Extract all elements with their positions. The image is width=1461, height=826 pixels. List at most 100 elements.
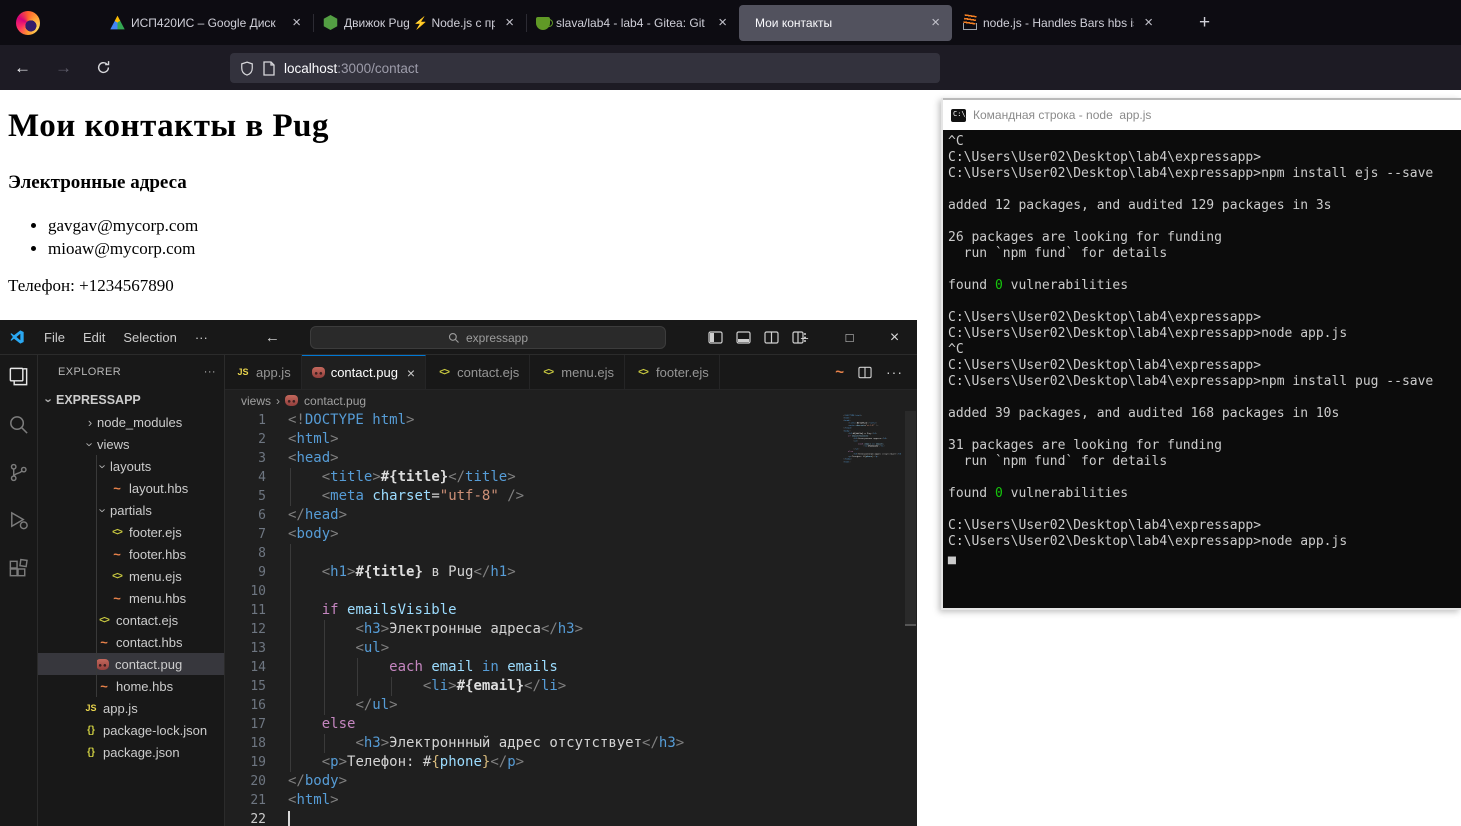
tree-item-app.js[interactable]: JSapp.js xyxy=(38,697,224,719)
tree-item-layouts[interactable]: ›layouts xyxy=(38,455,224,477)
code-line[interactable]: 12 <h3>Электронные адреса</h3> xyxy=(225,620,904,639)
tree-item-partials[interactable]: ›partials xyxy=(38,499,224,521)
breadcrumb[interactable]: views › contact.pug xyxy=(225,390,917,411)
tab-close-button[interactable]: × xyxy=(927,15,944,31)
code-line[interactable]: 11 if emailsVisible xyxy=(225,601,904,620)
tree-item-layout.hbs[interactable]: ~layout.hbs xyxy=(38,477,224,499)
tree-item-footer.ejs[interactable]: <>footer.ejs xyxy=(38,521,224,543)
back-button[interactable]: ← xyxy=(4,54,41,82)
code-line[interactable]: 20</body> xyxy=(225,772,904,791)
chevron-down-icon: › xyxy=(96,459,111,473)
code-line[interactable]: 18 <h3>Электроннный адрес отсутствует</h… xyxy=(225,734,904,753)
source-control-icon[interactable] xyxy=(7,461,30,484)
browser-tab[interactable]: node.js - Handles Bars hbs is no× xyxy=(952,5,1165,41)
terminal-title-bar[interactable]: C:\_ Командная строка - node app.js xyxy=(943,98,1461,130)
minimap[interactable]: <!DOCTYPE html><html><head> <title>#{tit… xyxy=(843,414,901,474)
code-line[interactable]: 10 xyxy=(225,582,904,601)
split-editor-icon[interactable] xyxy=(858,366,872,379)
tree-item-package.json[interactable]: {}package.json xyxy=(38,741,224,763)
extensions-icon[interactable] xyxy=(7,557,30,580)
tree-item-contact.hbs[interactable]: ~contact.hbs xyxy=(38,631,224,653)
page-info-icon[interactable] xyxy=(263,61,275,76)
tree-item-contact.ejs[interactable]: <>contact.ejs xyxy=(38,609,224,631)
toggle-panel-icon[interactable] xyxy=(736,331,751,344)
tree-root[interactable]: › EXPRESSAPP xyxy=(38,389,224,411)
editor-tab-contact.pug[interactable]: contact.pug× xyxy=(302,355,426,389)
terminal-line: C:\Users\User02\Desktop\lab4\expressapp>… xyxy=(948,326,1461,342)
code-line[interactable]: 2<html> xyxy=(225,430,904,449)
code-line[interactable]: 13 <ul> xyxy=(225,639,904,658)
new-tab-button[interactable]: + xyxy=(1191,10,1218,36)
url-bar[interactable]: localhost:3000/contact xyxy=(230,53,940,83)
more-actions-icon[interactable]: ··· xyxy=(886,364,903,380)
tab-close-button[interactable]: × xyxy=(288,15,305,31)
tab-close-button[interactable]: × xyxy=(1140,15,1157,31)
forward-button[interactable]: → xyxy=(45,54,82,82)
tab-close-button[interactable]: × xyxy=(501,15,518,31)
tree-item-menu.hbs[interactable]: ~menu.hbs xyxy=(38,587,224,609)
tree-item-home.hbs[interactable]: ~home.hbs xyxy=(38,675,224,697)
line-number: 14 xyxy=(225,658,266,677)
tree-item-package-lock.json[interactable]: {}package-lock.json xyxy=(38,719,224,741)
menu-more[interactable]: ··· xyxy=(186,330,217,345)
search-sidebar-icon[interactable] xyxy=(7,413,30,436)
menu-edit[interactable]: Edit xyxy=(74,330,114,345)
code-line[interactable]: 5 <meta charset="utf-8" /> xyxy=(225,487,904,506)
menu-file[interactable]: File xyxy=(35,330,74,345)
code-line[interactable]: 22 xyxy=(225,810,904,826)
tree-item-views[interactable]: ›views xyxy=(38,433,224,455)
browser-tab[interactable]: slava/lab4 - lab4 - Gitea: Git wit× xyxy=(526,5,739,41)
editor-scrollbar[interactable] xyxy=(904,411,917,826)
code-line[interactable]: 19 <p>Телефон: #{phone}</p> xyxy=(225,753,904,772)
terminal-window[interactable]: C:\_ Командная строка - node app.js ^CC:… xyxy=(941,98,1461,610)
editor-tab-app.js[interactable]: JSapp.js xyxy=(225,355,302,389)
firefox-icon[interactable] xyxy=(16,11,40,35)
explorer-icon[interactable] xyxy=(7,365,30,388)
tab-close-button[interactable]: × xyxy=(714,15,731,31)
run-debug-icon[interactable] xyxy=(7,509,30,532)
menu-selection[interactable]: Selection xyxy=(114,330,185,345)
command-center-search[interactable]: expressapp xyxy=(310,326,666,349)
code-line[interactable]: 21<html> xyxy=(225,791,904,810)
page-title: Мои контакты в Pug xyxy=(8,108,940,145)
minimize-button[interactable]: – xyxy=(782,320,827,355)
tree-item-footer.hbs[interactable]: ~footer.hbs xyxy=(38,543,224,565)
editor-back-button[interactable]: ← xyxy=(257,329,288,346)
shield-icon[interactable] xyxy=(240,61,254,76)
code-line[interactable]: 4 <title>#{title}</title> xyxy=(225,468,904,487)
code-line[interactable]: 9 <h1>#{title} в Pug</h1> xyxy=(225,563,904,582)
code-line[interactable]: 15 <li>#{email}</li> xyxy=(225,677,904,696)
tree-item-menu.ejs[interactable]: <>menu.ejs xyxy=(38,565,224,587)
tree-item-contact.pug[interactable]: contact.pug xyxy=(38,653,224,675)
reload-button[interactable] xyxy=(86,56,121,79)
browser-tab[interactable]: Мои контакты× xyxy=(739,5,952,41)
explorer-more-actions[interactable]: ··· xyxy=(204,366,216,378)
code-line[interactable]: 8 xyxy=(225,544,904,563)
terminal-line: 31 packages are looking for funding xyxy=(948,438,1461,454)
toggle-sidebar-icon[interactable] xyxy=(708,331,723,344)
tree-item-node_modules[interactable]: ›node_modules xyxy=(38,411,224,433)
hbs-preview-icon[interactable]: ~ xyxy=(835,364,844,381)
code-line[interactable]: 6</head> xyxy=(225,506,904,525)
code-line[interactable]: 14 each email in emails xyxy=(225,658,904,677)
code-line[interactable]: 17 else xyxy=(225,715,904,734)
code-editor[interactable]: 1<!DOCTYPE html>2<html>3<head>4 <title>#… xyxy=(225,411,904,826)
code-line[interactable]: 3<head> xyxy=(225,449,904,468)
breadcrumb-folder[interactable]: views xyxy=(241,394,271,408)
close-button[interactable]: × xyxy=(872,320,917,355)
browser-tab[interactable]: ИСП420ИС – Google Диск× xyxy=(100,5,313,41)
split-editor-icon[interactable] xyxy=(764,331,779,344)
breadcrumb-file[interactable]: contact.pug xyxy=(304,394,366,408)
code-line[interactable]: 7<body> xyxy=(225,525,904,544)
maximize-button[interactable]: □ xyxy=(827,320,872,355)
editor-tab-menu.ejs[interactable]: <>menu.ejs xyxy=(530,355,625,389)
line-number: 20 xyxy=(225,772,266,791)
code-line[interactable]: 16 </ul> xyxy=(225,696,904,715)
browser-tab[interactable]: Движок Pug ⚡ Node.js с прим× xyxy=(313,5,526,41)
email-item: mioaw@mycorp.com xyxy=(48,239,940,259)
editor-tab-footer.ejs[interactable]: <>footer.ejs xyxy=(625,355,720,389)
line-number: 6 xyxy=(225,506,266,525)
editor-tab-contact.ejs[interactable]: <>contact.ejs xyxy=(426,355,530,389)
tab-close-button[interactable]: × xyxy=(407,365,415,381)
code-line[interactable]: 1<!DOCTYPE html> xyxy=(225,411,904,430)
